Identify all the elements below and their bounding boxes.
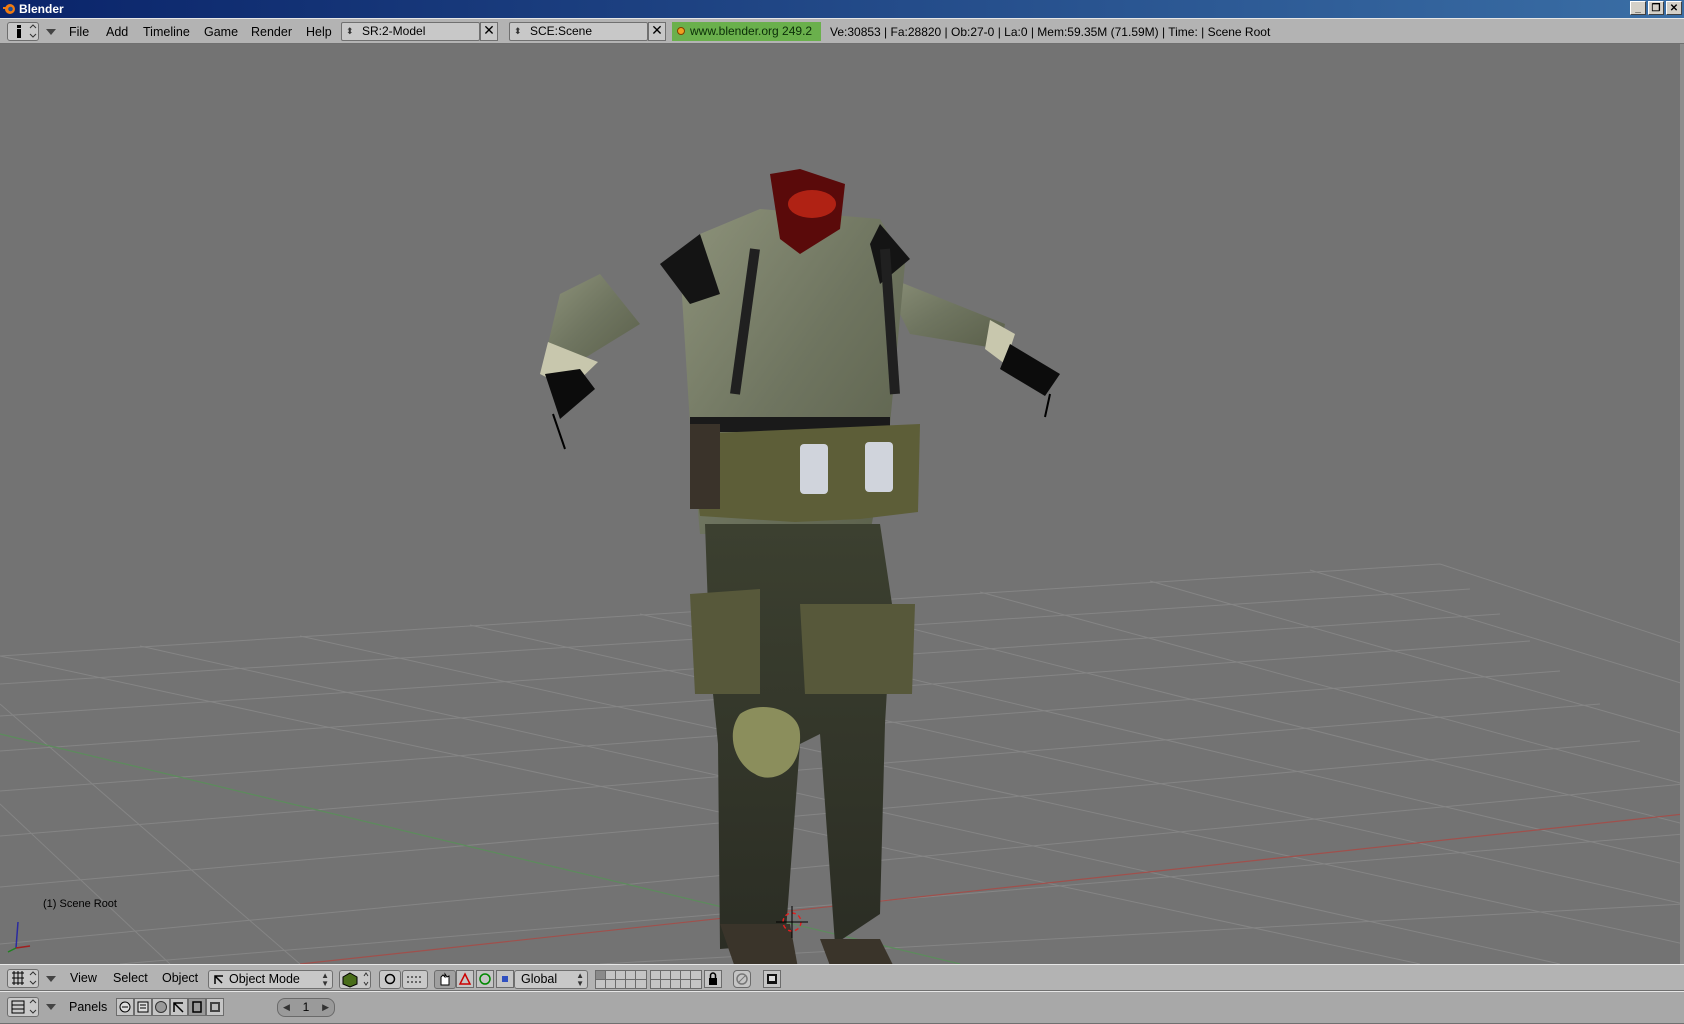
layer-move-button[interactable]: [402, 970, 428, 989]
editor-type-button-buttons[interactable]: [7, 997, 39, 1017]
menu-game[interactable]: Game: [204, 25, 238, 39]
lock-layers-button[interactable]: [704, 970, 722, 988]
axis-gizmo-icon: [7, 921, 31, 953]
collapse-menu-icon[interactable]: [45, 1003, 57, 1011]
mode-selector[interactable]: Object Mode ▲ ▼: [208, 970, 333, 989]
grid-view-icon: [12, 971, 37, 985]
active-object-label: (1) Scene Root: [43, 898, 117, 910]
character-model: [540, 169, 1060, 964]
menu-help[interactable]: Help: [306, 25, 332, 39]
circle-icon: [479, 973, 491, 985]
screen-selector[interactable]: ⬍ SR:2-Model: [341, 22, 480, 41]
3d-viewport[interactable]: (1) Scene Root: [0, 44, 1684, 964]
script-context-button[interactable]: [134, 998, 152, 1016]
editor-type-button-3d[interactable]: [7, 969, 39, 988]
solid-shading-icon: [342, 972, 369, 988]
menu-timeline[interactable]: Timeline: [143, 25, 190, 39]
object-mode-icon: [214, 975, 223, 984]
url-text: www.blender.org 249.2: [690, 24, 813, 38]
layer-buttons-group-1[interactable]: [595, 970, 647, 989]
window-title: Blender: [19, 2, 64, 16]
dotted-grid-icon: [407, 976, 423, 983]
increment-arrow-icon[interactable]: ▶: [322, 999, 329, 1016]
menu-add[interactable]: Add: [106, 25, 128, 39]
scene-selector[interactable]: ⬍ SCE:Scene: [509, 22, 648, 41]
close-window-button[interactable]: ✕: [1666, 1, 1682, 15]
menu-object[interactable]: Object: [162, 971, 198, 985]
sphere-icon: [155, 1001, 167, 1013]
menu-render[interactable]: Render: [251, 25, 292, 39]
scene-icon: [210, 1002, 220, 1012]
orientation-value: Global: [521, 972, 558, 986]
logic-context-button[interactable]: [116, 998, 134, 1016]
window-titlebar: Blender _ ❐ ✕: [0, 0, 1684, 18]
script-icon: [137, 1001, 149, 1013]
minimize-button[interactable]: _: [1630, 1, 1646, 15]
draw-type-button[interactable]: [339, 970, 371, 989]
menu-view[interactable]: View: [70, 971, 97, 985]
object-icon: [173, 1002, 184, 1013]
object-context-button[interactable]: [170, 998, 188, 1016]
delete-scene-button[interactable]: ✕: [648, 22, 666, 41]
snap-button[interactable]: [733, 970, 751, 988]
updown-icon: ⬍: [346, 26, 354, 36]
menu-select[interactable]: Select: [113, 971, 148, 985]
scene-context-button[interactable]: [206, 998, 224, 1016]
lock-icon: [709, 972, 717, 985]
collapse-menu-icon[interactable]: [45, 975, 57, 983]
render-icon: [767, 974, 777, 984]
logic-icon: [119, 1001, 131, 1013]
maximize-button[interactable]: ❐: [1648, 1, 1664, 15]
viewport-canvas: [0, 169, 1684, 964]
delete-screen-button[interactable]: ✕: [480, 22, 498, 41]
collapse-menu-icon[interactable]: [45, 28, 57, 36]
editing-icon: [192, 1001, 202, 1013]
updown-icon: ⬍: [514, 26, 522, 36]
mode-selector-value: Object Mode: [229, 972, 300, 986]
updown-icon: ▲ ▼: [576, 971, 584, 988]
frame-field[interactable]: ◀ 1 ▶: [277, 998, 335, 1017]
updown-icon: ▲ ▼: [321, 971, 329, 988]
pivot-button[interactable]: [379, 970, 401, 989]
orientation-selector[interactable]: Global ▲ ▼: [514, 970, 588, 989]
decrement-arrow-icon[interactable]: ◀: [283, 999, 290, 1016]
panels-label[interactable]: Panels: [69, 1000, 107, 1014]
scene-selector-value: SCE:Scene: [530, 24, 593, 38]
render-view-button[interactable]: [763, 970, 781, 988]
properties-icon: [11, 999, 37, 1014]
viewport-scrollbar[interactable]: [1680, 44, 1684, 964]
editor-type-button[interactable]: [7, 22, 39, 41]
3d-view-header: View Select Object Object Mode ▲ ▼ Global…: [0, 964, 1684, 991]
rotate-manipulator[interactable]: [476, 970, 494, 988]
blender-logo-icon: [677, 27, 685, 35]
screen-selector-value: SR:2-Model: [362, 24, 426, 38]
current-frame: 1: [302, 1000, 310, 1014]
editing-context-button[interactable]: [188, 998, 206, 1016]
info-icon: [17, 24, 37, 38]
scene-stats: Ve:30853 | Fa:28820 | Ob:27-0 | La:0 | M…: [830, 25, 1271, 39]
info-header: File Add Timeline Game Render Help ⬍ SR:…: [0, 18, 1684, 44]
blender-url-link[interactable]: www.blender.org 249.2: [672, 22, 821, 41]
scale-manipulator[interactable]: [496, 970, 514, 988]
manipulator-toggle[interactable]: [434, 970, 456, 989]
hand-icon: [440, 972, 450, 986]
snap-icon: [736, 973, 748, 985]
triangle-icon: [458, 972, 472, 985]
square-icon: [502, 976, 508, 982]
translate-manipulator[interactable]: [456, 970, 474, 988]
menu-file[interactable]: File: [69, 25, 89, 39]
shading-context-button[interactable]: [152, 998, 170, 1016]
buttons-header: Panels ◀ 1 ▶: [0, 991, 1684, 1024]
layer-buttons-group-2[interactable]: [650, 970, 702, 989]
blender-logo-icon: [3, 4, 15, 14]
pivot-icon: [384, 973, 396, 985]
